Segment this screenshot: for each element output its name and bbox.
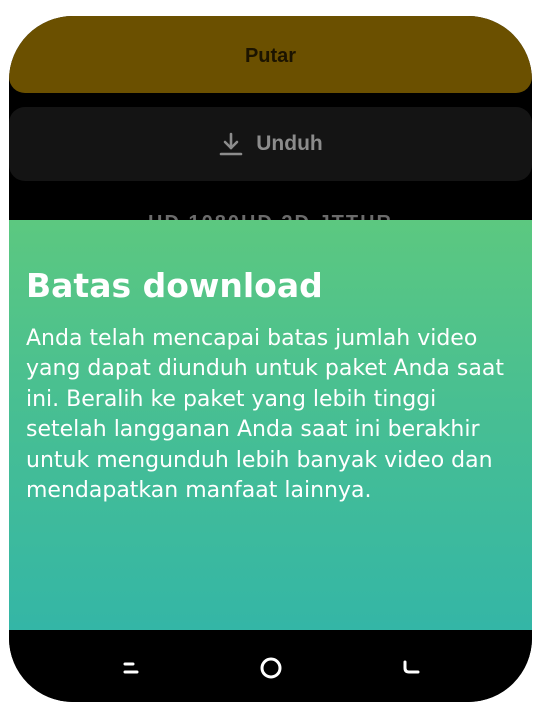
recents-icon bbox=[123, 662, 139, 674]
download-icon bbox=[219, 132, 243, 156]
download-button[interactable]: Unduh bbox=[9, 107, 532, 181]
recents-button[interactable] bbox=[107, 644, 155, 692]
sheet-title: Batas download bbox=[26, 266, 323, 305]
play-button[interactable]: Putar bbox=[9, 16, 532, 93]
download-button-label: Unduh bbox=[256, 132, 323, 155]
back-icon bbox=[403, 660, 420, 674]
sheet-message: Anda telah mencapai batas jumlah video y… bbox=[26, 326, 504, 504]
home-button[interactable] bbox=[247, 644, 295, 692]
phone-screen: Putar Unduh HD 1080HD 2D JTTHR Batas dow… bbox=[9, 16, 532, 702]
system-nav-bar bbox=[9, 630, 532, 702]
back-button[interactable] bbox=[387, 644, 435, 692]
download-limit-sheet: Batas download Anda telah mencapai batas… bbox=[9, 220, 532, 630]
home-icon bbox=[260, 657, 282, 679]
play-button-label: Putar bbox=[244, 45, 297, 67]
